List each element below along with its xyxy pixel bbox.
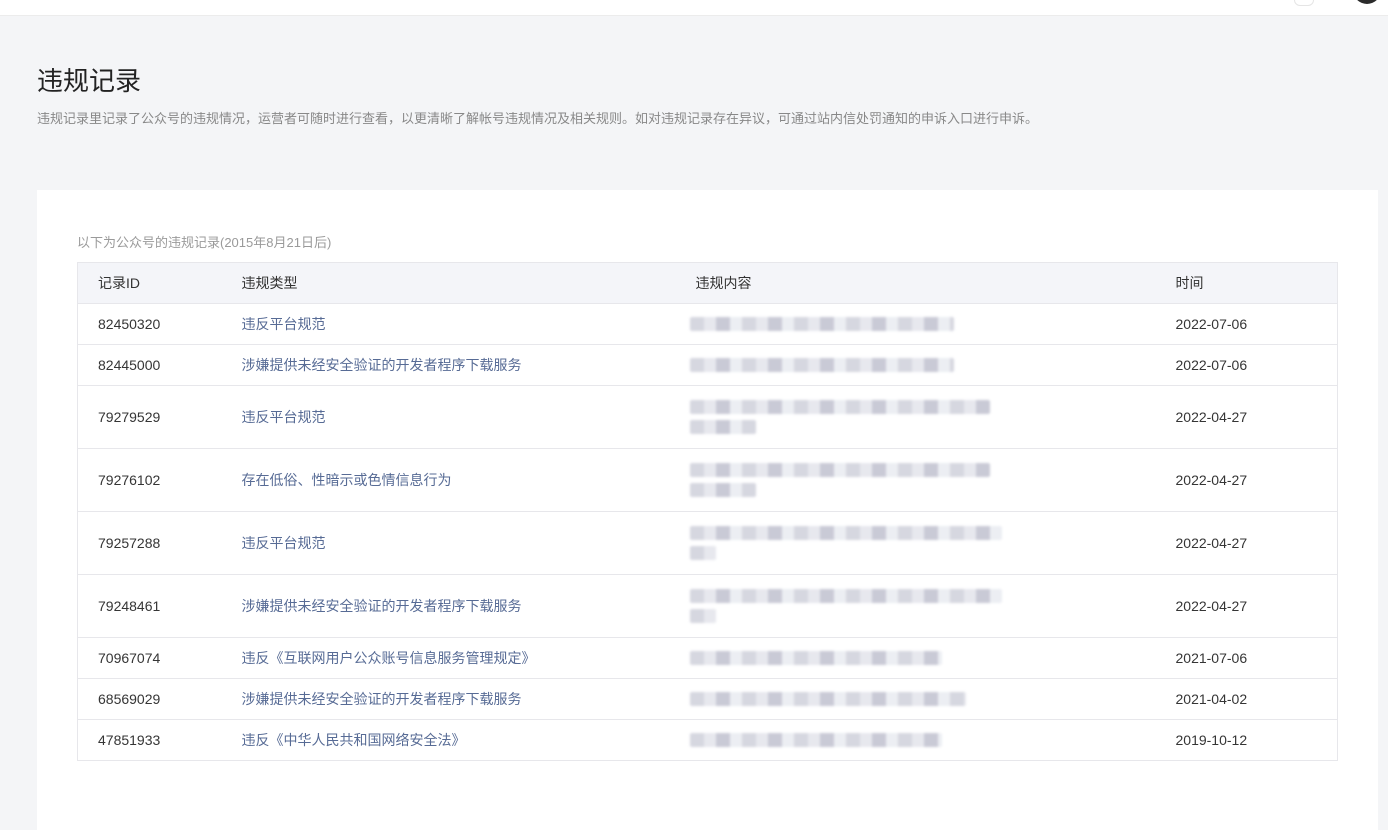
record-type: 违反平台规范: [221, 303, 676, 345]
column-header-content: 违规内容: [675, 262, 1156, 304]
record-content-blurred: [675, 511, 1156, 575]
table-row: 79257288 违反平台规范 2022-04-27: [77, 511, 1338, 575]
record-date: 2022-04-27: [1155, 385, 1338, 449]
record-content-blurred: [675, 637, 1156, 679]
record-type: 涉嫌提供未经安全验证的开发者程序下载服务: [221, 678, 676, 720]
record-id: 68569029: [77, 678, 222, 720]
record-content-blurred: [675, 303, 1156, 345]
avatar[interactable]: [1353, 0, 1381, 4]
top-nav-bar: [0, 0, 1388, 16]
record-type: 涉嫌提供未经安全验证的开发者程序下载服务: [221, 344, 676, 386]
record-type: 违反《互联网用户公众账号信息服务管理规定》: [221, 637, 676, 679]
page-title: 违规记录: [37, 66, 142, 97]
record-date: 2022-04-27: [1155, 511, 1338, 575]
page-description: 违规记录里记录了公众号的违规情况，运营者可随时进行查看，以更清晰了解帐号违规情况…: [37, 111, 1039, 126]
table-row: 79276102 存在低俗、性暗示或色情信息行为 2022-04-27: [77, 448, 1338, 512]
record-date: 2021-04-02: [1155, 678, 1338, 720]
record-content-blurred: [675, 719, 1156, 761]
record-id: 79248461: [77, 574, 222, 638]
record-type: 违反平台规范: [221, 511, 676, 575]
notification-icon[interactable]: [1294, 0, 1314, 6]
record-date: 2022-07-06: [1155, 303, 1338, 345]
table-row: 79279529 违反平台规范 2022-04-27: [77, 385, 1338, 449]
record-id: 79276102: [77, 448, 222, 512]
records-card: 以下为公众号的违规记录(2015年8月21日后) 记录ID 违规类型 违规内容 …: [37, 190, 1378, 830]
record-type: 涉嫌提供未经安全验证的开发者程序下载服务: [221, 574, 676, 638]
record-date: 2019-10-12: [1155, 719, 1338, 761]
record-date: 2022-07-06: [1155, 344, 1338, 386]
record-type: 违反《中华人民共和国网络安全法》: [221, 719, 676, 761]
table-row: 79248461 涉嫌提供未经安全验证的开发者程序下载服务 2022-04-27: [77, 574, 1338, 638]
table-row: 47851933 违反《中华人民共和国网络安全法》 2019-10-12: [77, 719, 1338, 761]
table-row: 82445000 涉嫌提供未经安全验证的开发者程序下载服务 2022-07-06: [77, 344, 1338, 386]
record-id: 79257288: [77, 511, 222, 575]
record-content-blurred: [675, 385, 1156, 449]
column-header-type: 违规类型: [221, 262, 676, 304]
table-row: 68569029 涉嫌提供未经安全验证的开发者程序下载服务 2021-04-02: [77, 678, 1338, 720]
record-date: 2022-04-27: [1155, 448, 1338, 512]
column-header-time: 时间: [1155, 262, 1338, 304]
violation-records-table: 记录ID 违规类型 违规内容 时间 82450320 违反平台规范 2022-0…: [77, 262, 1338, 761]
table-row: 82450320 违反平台规范 2022-07-06: [77, 303, 1338, 345]
table-row: 70967074 违反《互联网用户公众账号信息服务管理规定》 2021-07-0…: [77, 637, 1338, 679]
record-content-blurred: [675, 678, 1156, 720]
record-id: 70967074: [77, 637, 222, 679]
record-id: 79279529: [77, 385, 222, 449]
record-date: 2022-04-27: [1155, 574, 1338, 638]
column-header-id: 记录ID: [77, 262, 222, 304]
record-type: 存在低俗、性暗示或色情信息行为: [221, 448, 676, 512]
record-id: 82450320: [77, 303, 222, 345]
record-content-blurred: [675, 574, 1156, 638]
record-id: 47851933: [77, 719, 222, 761]
table-header-row: 记录ID 违规类型 违规内容 时间: [77, 262, 1338, 304]
record-id: 82445000: [77, 344, 222, 386]
record-content-blurred: [675, 448, 1156, 512]
record-type: 违反平台规范: [221, 385, 676, 449]
record-content-blurred: [675, 344, 1156, 386]
records-caption: 以下为公众号的违规记录(2015年8月21日后): [77, 235, 332, 250]
record-date: 2021-07-06: [1155, 637, 1338, 679]
